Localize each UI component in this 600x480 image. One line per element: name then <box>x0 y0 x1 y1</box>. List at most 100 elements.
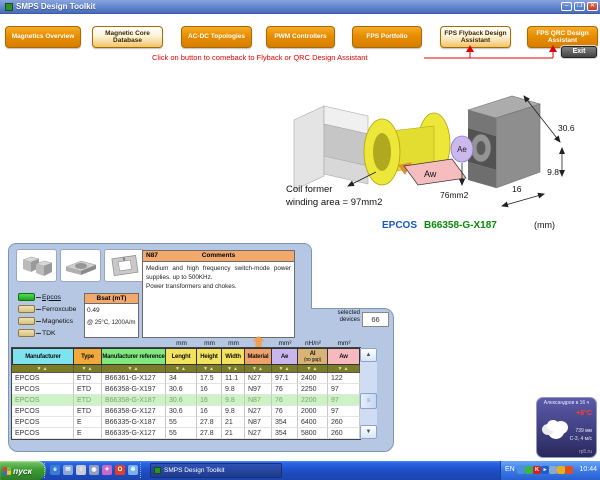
mail-icon[interactable]: ✉ <box>63 465 73 475</box>
player-icon[interactable]: ▸ <box>541 466 549 474</box>
core-shape-button-2[interactable] <box>60 249 101 282</box>
table-cell[interactable]: 2000 <box>298 406 328 417</box>
taskbar-clock[interactable]: 10:44 <box>579 466 597 473</box>
table-cell[interactable]: 260 <box>328 428 360 439</box>
table-cell[interactable]: N87 <box>245 417 272 428</box>
exit-button[interactable]: Exit <box>561 46 597 58</box>
table-cell[interactable]: 76 <box>272 395 298 406</box>
col-header-manufacturer-reference[interactable]: Manufacturer reference <box>102 348 166 365</box>
nav-button-fps-flyback-design-assistant[interactable]: FPS Flyback Design Assistant <box>440 26 511 48</box>
table-cell[interactable]: N87 <box>245 395 272 406</box>
table-cell[interactable]: 354 <box>272 417 298 428</box>
table-cell[interactable]: ETD <box>74 395 102 406</box>
filter-button-magnetics[interactable] <box>18 317 35 325</box>
internet-explorer-icon[interactable]: e <box>50 465 60 475</box>
table-cell[interactable]: 21 <box>222 428 245 439</box>
table-cell[interactable]: B66335-G-X187 <box>102 417 166 428</box>
table-cell[interactable]: 16 <box>197 406 222 417</box>
col-header-aw[interactable]: Aw <box>328 348 360 365</box>
table-cell[interactable]: B66358-G-X127 <box>102 406 166 417</box>
nav-button-ac-dc-topologies[interactable]: AC-DC Topologies <box>181 26 252 48</box>
scrollbar-thumb[interactable]: ≡ <box>360 393 377 409</box>
update-icon[interactable] <box>517 466 525 474</box>
document-icon[interactable]: ≡ <box>76 465 86 475</box>
table-cell[interactable]: ETD <box>74 406 102 417</box>
opera-icon[interactable]: O <box>115 465 125 475</box>
weather-widget[interactable]: Александров в 16 ч +8°C 739 мм С-3, 4 м/… <box>536 397 597 458</box>
table-cell[interactable]: EPCOS <box>12 428 74 439</box>
nav-button-fps-qrc-design-assistant[interactable]: FPS QRC Design Assistant <box>527 26 598 48</box>
shield-icon[interactable] <box>557 466 565 474</box>
table-cell[interactable]: E <box>74 417 102 428</box>
table-cell[interactable]: 2400 <box>298 373 328 384</box>
network-icon[interactable] <box>549 466 557 474</box>
media-player-icon[interactable]: ✻ <box>128 465 138 475</box>
core-shape-button-1[interactable] <box>16 249 57 282</box>
table-cell[interactable]: 9.8 <box>222 384 245 395</box>
table-cell[interactable]: N27 <box>245 373 272 384</box>
table-cell[interactable]: B66361-G-X127 <box>102 373 166 384</box>
palette-icon[interactable]: ✦ <box>102 465 112 475</box>
table-cell[interactable]: 76 <box>272 406 298 417</box>
table-cell[interactable]: N27 <box>245 406 272 417</box>
sort-control-width[interactable]: ▼▲ <box>222 365 245 373</box>
col-header-height[interactable]: Height <box>197 348 222 365</box>
table-cell[interactable]: 30.6 <box>166 406 197 417</box>
col-header-ae[interactable]: Ae <box>272 348 298 365</box>
table-cell[interactable]: N97 <box>245 384 272 395</box>
col-header-material[interactable]: Material <box>245 348 272 365</box>
kaspersky-icon[interactable]: K <box>533 466 541 474</box>
scroll-down-button[interactable]: ▼ <box>360 425 377 439</box>
table-cell[interactable]: 55 <box>166 428 197 439</box>
nav-button-pwm-controllers[interactable]: PWM Controllers <box>266 26 335 48</box>
table-cell[interactable]: 9.8 <box>222 395 245 406</box>
table-cell[interactable]: 2200 <box>298 395 328 406</box>
maximize-button[interactable]: ❐ <box>574 2 585 11</box>
table-cell[interactable]: 34 <box>166 373 197 384</box>
taskbar-task-button[interactable]: SMPS Design Toolkit <box>150 463 282 478</box>
table-cell[interactable]: N27 <box>245 428 272 439</box>
sort-control-aw[interactable]: ▼▲ <box>328 365 360 373</box>
scroll-up-button[interactable]: ▲ <box>360 348 377 362</box>
table-cell[interactable]: 16 <box>197 384 222 395</box>
table-cell[interactable]: 97 <box>328 395 360 406</box>
antivirus-icon[interactable] <box>525 466 533 474</box>
sort-control-manufacturer[interactable]: ▼▲ <box>12 365 74 373</box>
table-cell[interactable]: B66358-G-X187 <box>102 395 166 406</box>
sort-control-material[interactable]: ▼▲ <box>245 365 272 373</box>
filter-label-epcos[interactable]: Epcos <box>42 294 61 301</box>
table-cell[interactable]: 260 <box>328 417 360 428</box>
camera-icon[interactable]: ◉ <box>89 465 99 475</box>
filter-button-epcos[interactable] <box>18 293 35 301</box>
sort-control-height[interactable]: ▼▲ <box>197 365 222 373</box>
table-cell[interactable]: 17.5 <box>197 373 222 384</box>
sort-control-al-no-gap[interactable]: ▼▲ <box>298 365 328 373</box>
col-header-al-no-gap[interactable]: Al(no gap) <box>298 348 328 365</box>
table-cell[interactable]: ETD <box>74 384 102 395</box>
table-cell[interactable]: 97 <box>328 384 360 395</box>
col-header-manufacturer[interactable]: Manufacturer <box>12 348 74 365</box>
sort-control-manufacturer-reference[interactable]: ▼▲ <box>102 365 166 373</box>
table-cell[interactable]: B66358-G-X197 <box>102 384 166 395</box>
table-cell[interactable]: EPCOS <box>12 417 74 428</box>
table-cell[interactable]: 16 <box>197 395 222 406</box>
minimize-button[interactable]: – <box>561 2 572 11</box>
col-header-width[interactable]: Width <box>222 348 245 365</box>
table-cell[interactable]: E <box>74 428 102 439</box>
table-cell[interactable]: 97 <box>328 406 360 417</box>
table-cell[interactable]: 11.1 <box>222 373 245 384</box>
col-header-lenght[interactable]: Lenght <box>166 348 197 365</box>
table-cell[interactable]: 55 <box>166 417 197 428</box>
table-cell[interactable]: 2250 <box>298 384 328 395</box>
table-cell[interactable]: 6400 <box>298 417 328 428</box>
table-cell[interactable]: B66335-G-X127 <box>102 428 166 439</box>
sort-control-lenght[interactable]: ▼▲ <box>166 365 197 373</box>
table-cell[interactable]: 5800 <box>298 428 328 439</box>
table-cell[interactable]: ETD <box>74 373 102 384</box>
table-cell[interactable]: 76 <box>272 384 298 395</box>
table-cell[interactable]: 9.8 <box>222 406 245 417</box>
table-cell[interactable]: 27.8 <box>197 428 222 439</box>
filter-label-magnetics[interactable]: Magnetics <box>42 318 73 325</box>
table-cell[interactable]: EPCOS <box>12 406 74 417</box>
table-cell[interactable]: EPCOS <box>12 395 74 406</box>
